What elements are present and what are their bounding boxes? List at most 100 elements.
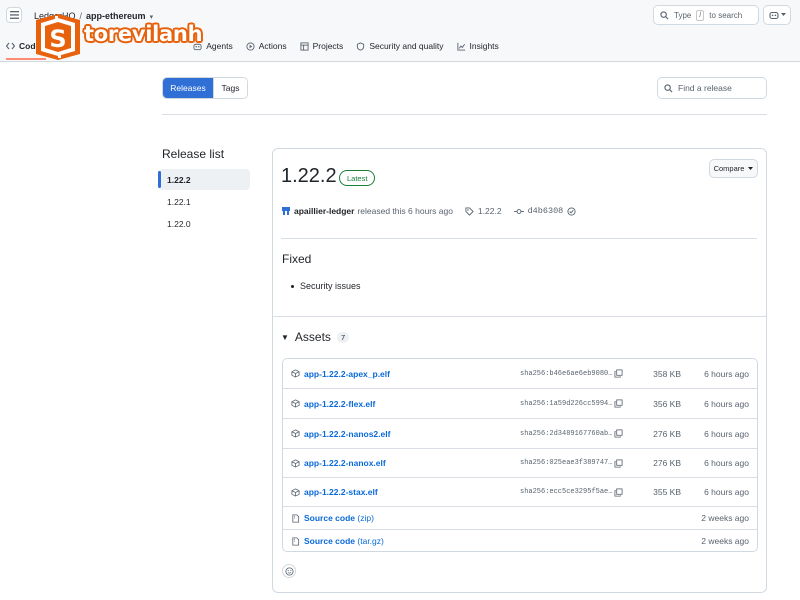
source-code-row: Source code (tar.gz) 2 weeks ago <box>283 530 757 552</box>
assets-label: Assets <box>294 330 331 344</box>
source-code-label: Source code <box>304 536 356 546</box>
asset-size: 356 KB <box>653 398 681 409</box>
search-icon <box>660 10 669 19</box>
asset-sha: sha256:1a59d226cc5994… <box>520 399 613 408</box>
releases-tags-toggle: Releases Tags <box>162 77 248 99</box>
release-commit-link[interactable]: d4b6308 <box>513 206 577 216</box>
tag-icon <box>465 206 474 216</box>
code-icon <box>6 42 15 50</box>
verified-check-icon <box>567 206 576 216</box>
release-meta: apaillier-ledger released this 6 hours a… <box>281 204 576 218</box>
copy-icon[interactable] <box>614 458 623 468</box>
package-icon <box>291 458 300 468</box>
release-tag-link[interactable]: 1.22.2 <box>465 206 502 216</box>
file-zip-icon <box>292 536 300 546</box>
avatar[interactable] <box>281 206 291 216</box>
release-notes-heading: Fixed <box>282 252 312 266</box>
copy-icon[interactable] <box>614 487 623 497</box>
selected-indicator <box>158 171 161 188</box>
asset-time: 6 hours ago <box>704 458 749 468</box>
tab-security[interactable]: Security and quality <box>356 41 444 51</box>
release-list-item-label: 1.22.0 <box>167 218 191 229</box>
release-list-item-1-22-1[interactable]: 1.22.1 <box>158 191 250 212</box>
asset-time: 6 hours ago <box>704 428 749 439</box>
package-icon <box>291 369 300 378</box>
copy-icon[interactable] <box>614 369 623 378</box>
compare-label: Compare <box>713 164 745 173</box>
asset-time: 6 hours ago <box>704 398 749 409</box>
tab-actions[interactable]: Actions <box>246 41 287 51</box>
release-list-title: Release list <box>162 147 225 161</box>
graph-icon <box>456 42 465 51</box>
add-reaction-button[interactable] <box>282 564 296 578</box>
source-code-format: (zip) <box>357 513 374 523</box>
toolbar-divider <box>162 114 767 115</box>
source-code-label: Source code <box>304 513 356 523</box>
tab-agents-label: Agents <box>206 41 233 51</box>
play-icon <box>246 41 255 51</box>
asset-download-link[interactable]: app-1.22.2-nanos2.elf <box>304 429 390 439</box>
table-icon <box>300 41 309 51</box>
asset-size: 358 KB <box>653 368 681 379</box>
asset-sha: sha256:2d3489167760ab… <box>520 429 613 438</box>
asset-row: app-1.22.2-flex.elf sha256:1a59d226cc599… <box>283 389 757 419</box>
source-code-time: 2 weeks ago <box>701 513 749 523</box>
shield-icon <box>357 41 365 51</box>
asset-download-link[interactable]: app-1.22.2-nanox.elf <box>304 458 386 468</box>
release-note-item: Security issues <box>291 281 361 291</box>
asset-sha: sha256:ecc5ce3295f5ae… <box>520 488 613 496</box>
search-shortcut-key: / <box>696 9 705 21</box>
source-code-format: (tar.gz) <box>357 536 384 546</box>
copilot-button[interactable] <box>763 5 791 25</box>
chevron-down-icon <box>748 166 754 170</box>
release-title[interactable]: 1.22.2 <box>281 165 337 188</box>
tab-security-label: Security and quality <box>369 41 444 51</box>
latest-badge: Latest <box>339 170 376 186</box>
search-icon <box>664 83 673 92</box>
package-icon <box>291 487 300 497</box>
commit-icon <box>513 208 524 214</box>
tab-projects[interactable]: Projects <box>300 41 344 51</box>
asset-download-link[interactable]: app-1.22.2-stax.elf <box>304 487 378 497</box>
tab-insights-label: Insights <box>469 41 499 51</box>
source-code-targz-link[interactable]: Source code (tar.gz) <box>304 536 384 546</box>
assets-toggle[interactable]: ▼ Assets 7 <box>281 330 350 344</box>
find-release-input[interactable]: Find a release <box>657 77 767 99</box>
release-list-item-1-22-2[interactable]: 1.22.2 <box>158 169 250 190</box>
global-search[interactable]: Type / to search <box>653 5 759 25</box>
tags-tab-button[interactable]: Tags <box>213 78 247 98</box>
hamburger-icon <box>9 11 19 19</box>
source-code-zip-link[interactable]: Source code (zip) <box>304 513 374 523</box>
find-release-placeholder: Find a release <box>678 83 732 93</box>
copy-icon[interactable] <box>614 399 623 408</box>
chevron-down-icon <box>780 13 786 16</box>
assets-list: app-1.22.2-apex_p.elf sha256:b46e6ae6eb9… <box>282 358 758 552</box>
copy-icon[interactable] <box>614 429 623 438</box>
menu-button[interactable] <box>6 7 22 23</box>
release-list-item-label: 1.22.2 <box>167 174 191 185</box>
compare-button[interactable]: Compare <box>709 159 758 178</box>
asset-size: 276 KB <box>653 428 681 439</box>
release-author-link[interactable]: apaillier-ledger <box>294 206 354 216</box>
smiley-icon <box>284 566 294 576</box>
releases-tab-button[interactable]: Releases <box>163 78 213 98</box>
search-prefix: Type <box>674 10 692 20</box>
asset-download-link[interactable]: app-1.22.2-apex_p.elf <box>304 369 390 379</box>
tab-insights[interactable]: Insights <box>456 41 499 51</box>
tab-projects-label: Projects <box>312 41 344 51</box>
asset-row: app-1.22.2-apex_p.elf sha256:b46e6ae6eb9… <box>283 359 757 389</box>
release-list-item-1-22-0[interactable]: 1.22.0 <box>158 213 250 234</box>
logo-wordmark: torevilanh <box>84 22 203 46</box>
asset-sha: sha256:025eae3f389747… <box>520 459 613 467</box>
asset-download-link[interactable]: app-1.22.2-flex.elf <box>304 399 375 409</box>
release-list-item-label: 1.22.1 <box>167 196 191 207</box>
logo-glyph: S <box>49 25 66 53</box>
file-zip-icon <box>292 513 300 523</box>
asset-row: app-1.22.2-stax.elf sha256:ecc5ce3295f5a… <box>283 478 757 507</box>
assets-count-badge: 7 <box>336 331 350 343</box>
package-icon <box>291 429 300 438</box>
assets-divider <box>273 316 766 317</box>
asset-size: 276 KB <box>653 458 681 468</box>
asset-row: app-1.22.2-nanos2.elf sha256:2d348916776… <box>283 419 757 449</box>
bullet-dot <box>291 284 294 288</box>
